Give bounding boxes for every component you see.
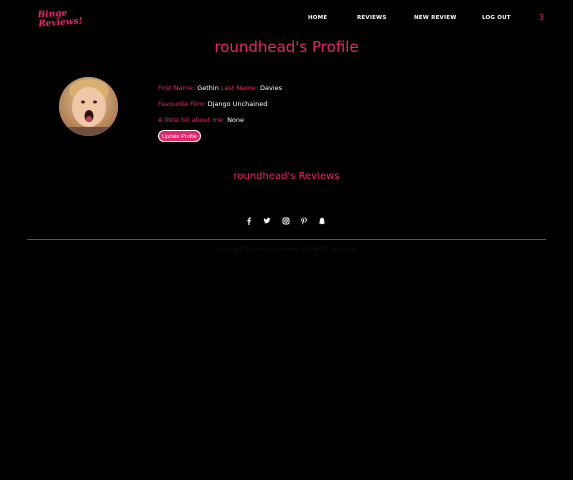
snapchat-icon[interactable] <box>318 217 326 225</box>
footer-divider <box>27 239 546 240</box>
last-name-label: Last Name: <box>220 84 258 92</box>
about-value: None <box>227 116 245 124</box>
first-name-value: Gethin <box>197 84 219 92</box>
favourite-film-value: Django Unchained <box>207 100 268 108</box>
main-nav: HOME REVIEWS NEW REVIEW LOG OUT 3 <box>0 13 573 25</box>
update-profile-button[interactable]: Update Profile <box>158 130 201 142</box>
nav-log-out-link[interactable]: LOG OUT <box>482 15 511 21</box>
first-name-label: First Name: <box>158 84 196 92</box>
about-label: A little bit about me: <box>158 116 225 124</box>
nav-home-link[interactable]: HOME <box>308 15 327 21</box>
about-row: A little bit about me: None <box>158 116 244 124</box>
page-title: roundhead's Profile <box>214 38 359 56</box>
favourite-film-row: Favourite Film: Django Unchained <box>158 100 267 108</box>
name-row: First Name: Gethin Last Name: Davies <box>158 84 282 92</box>
pinterest-icon[interactable] <box>300 217 308 225</box>
twitter-icon[interactable] <box>263 217 271 225</box>
avatar <box>59 77 118 136</box>
nav-reviews-link[interactable]: REVIEWS <box>357 15 386 21</box>
social-links <box>0 217 573 227</box>
facebook-icon[interactable] <box>245 217 253 225</box>
favourite-film-label: Favourite Film: <box>158 100 206 108</box>
last-name-value: Davies <box>259 84 283 92</box>
nav-new-review-link[interactable]: NEW REVIEW <box>414 15 456 21</box>
nav-count-badge[interactable]: 3 <box>539 13 544 22</box>
instagram-icon[interactable] <box>282 217 290 225</box>
avatar-photo <box>59 77 118 136</box>
copyright-text: Copyright by Binge Reviews. All rights r… <box>214 246 359 253</box>
reviews-title: roundhead's Reviews <box>233 171 340 182</box>
